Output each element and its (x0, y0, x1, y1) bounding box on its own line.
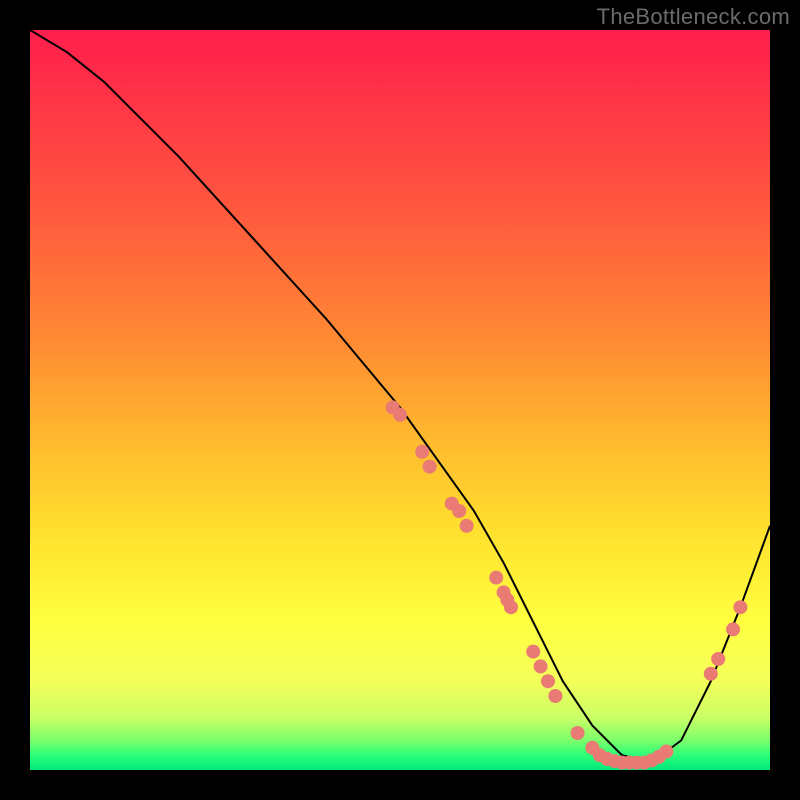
chart-svg (30, 30, 770, 770)
data-point (500, 593, 514, 607)
data-point (526, 645, 540, 659)
data-point (452, 504, 466, 518)
data-point (415, 445, 429, 459)
chart-frame: TheBottleneck.com (0, 0, 800, 800)
data-point (386, 400, 400, 414)
data-point (460, 519, 474, 533)
data-point (733, 600, 747, 614)
data-point (497, 585, 511, 599)
data-point (504, 600, 518, 614)
watermark-text: TheBottleneck.com (597, 4, 790, 30)
data-point (659, 745, 673, 759)
data-point (593, 748, 607, 762)
bottleneck-curve (30, 30, 770, 763)
data-point (726, 622, 740, 636)
plot-area (30, 30, 770, 770)
data-point (652, 750, 666, 764)
data-point (548, 689, 562, 703)
data-point (600, 752, 614, 766)
data-point (393, 408, 407, 422)
data-point (622, 756, 636, 770)
data-point (608, 754, 622, 768)
data-point (489, 571, 503, 585)
data-point (445, 497, 459, 511)
data-point (637, 756, 651, 770)
data-point (711, 652, 725, 666)
data-point (585, 741, 599, 755)
highlight-points (386, 400, 748, 769)
data-point (541, 674, 555, 688)
data-point (645, 753, 659, 767)
data-point (615, 756, 629, 770)
data-point (704, 667, 718, 681)
data-point (534, 659, 548, 673)
data-point (571, 726, 585, 740)
data-point (630, 756, 644, 770)
data-point (423, 460, 437, 474)
